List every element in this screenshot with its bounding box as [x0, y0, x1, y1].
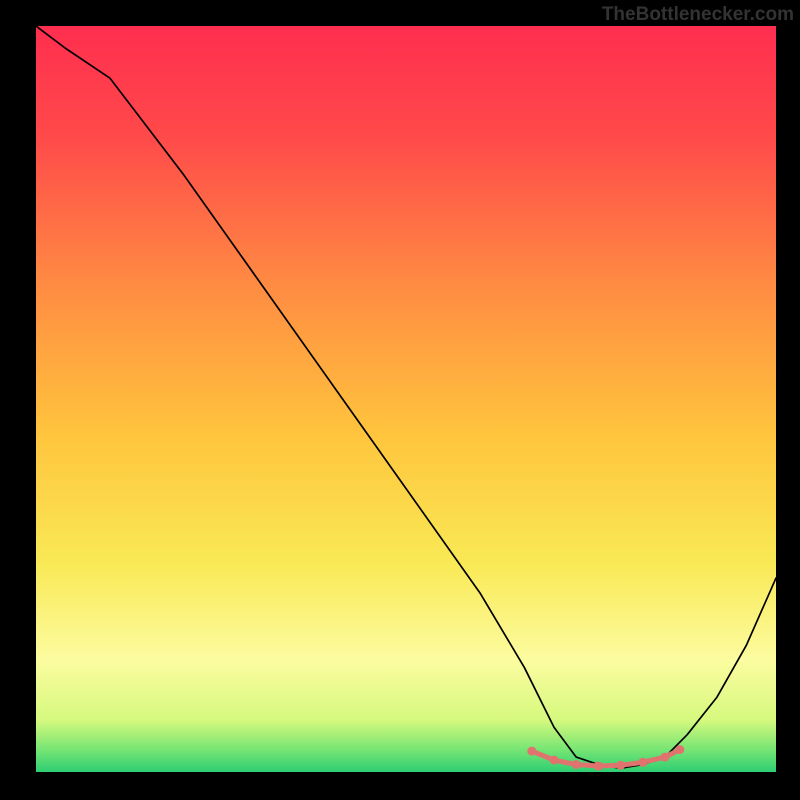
- gradient-background: [36, 26, 776, 772]
- chart-svg: [36, 26, 776, 772]
- optimal-point: [594, 762, 603, 771]
- chart-container: TheBottlenecker.com: [0, 0, 800, 800]
- optimal-point: [675, 745, 684, 754]
- optimal-point: [550, 756, 559, 765]
- optimal-point: [638, 758, 647, 767]
- optimal-point: [527, 747, 536, 756]
- optimal-point: [572, 760, 581, 769]
- optimal-point: [661, 753, 670, 762]
- optimal-point: [616, 761, 625, 770]
- plot-area: [36, 26, 776, 772]
- watermark-text: TheBottlenecker.com: [602, 4, 794, 26]
